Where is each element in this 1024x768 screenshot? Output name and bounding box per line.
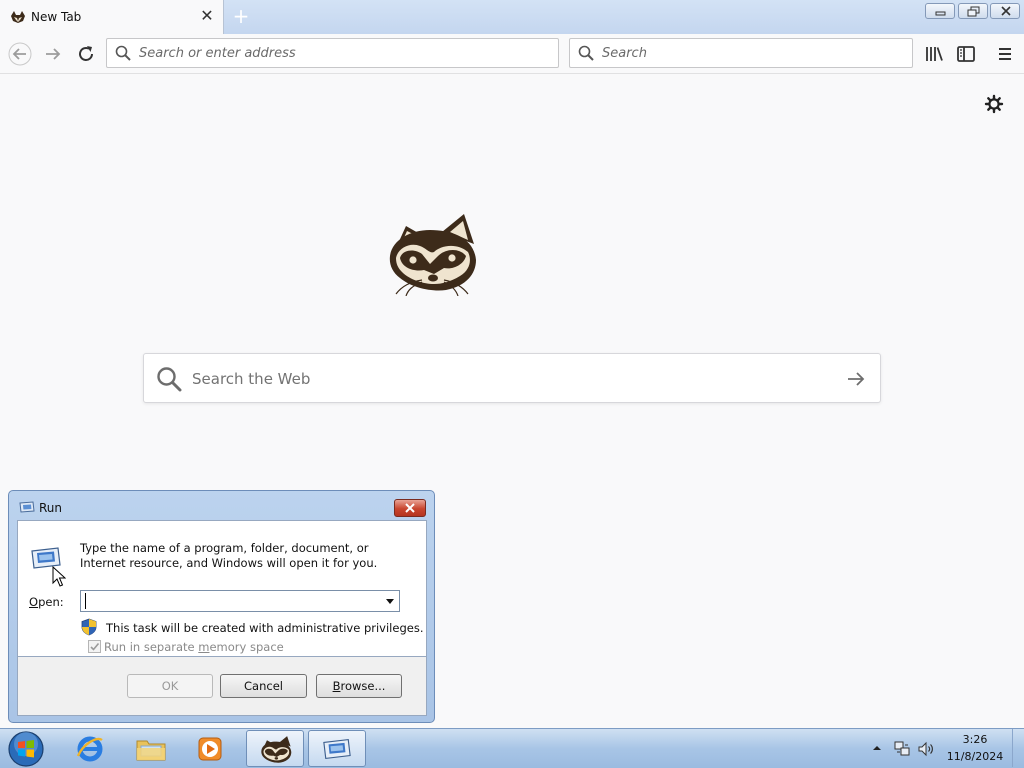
search-input[interactable] [602, 43, 902, 63]
restore-button[interactable] [958, 3, 988, 19]
arrow-right-icon[interactable] [844, 368, 868, 390]
windows-start-icon[interactable] [6, 730, 46, 768]
hamburger-menu-icon[interactable] [993, 42, 1017, 66]
run-dialog: Run Type the name of a program, folder, … [8, 490, 435, 723]
show-hidden-icons-icon[interactable] [872, 743, 882, 753]
search-icon [157, 367, 182, 392]
close-icon [1001, 6, 1011, 16]
forward-arrow-icon[interactable] [41, 42, 65, 66]
new-tab-button[interactable]: + [230, 5, 252, 27]
tab-new-tab[interactable]: New Tab ✕ [0, 0, 224, 34]
reload-icon[interactable] [74, 42, 98, 66]
open-combobox[interactable] [80, 590, 400, 612]
gear-icon[interactable] [984, 94, 1004, 114]
raccoon-favicon-icon [11, 11, 25, 23]
url-input[interactable] [139, 43, 549, 63]
taskbar-media-player[interactable] [182, 730, 240, 767]
clock-date[interactable]: 11/8/2024 [946, 750, 1004, 763]
window-close-button[interactable] [990, 3, 1020, 19]
taskbar-file-explorer[interactable] [122, 730, 180, 767]
uac-shield-icon [81, 618, 97, 636]
dialog-description: Type the name of a program, folder, docu… [80, 541, 378, 570]
mouse-pointer-icon [52, 566, 66, 587]
media-player-icon [198, 737, 222, 761]
search-icon [578, 45, 594, 61]
separate-memory-label: Run in separate memory space [104, 640, 284, 654]
cancel-button[interactable]: Cancel [220, 674, 307, 698]
dialog-body: Type the name of a program, folder, docu… [17, 520, 427, 657]
library-icon[interactable] [922, 42, 946, 66]
network-icon[interactable] [893, 740, 911, 758]
minimize-button[interactable] [925, 3, 955, 19]
browse-button[interactable]: Browse... [316, 674, 402, 698]
ok-button[interactable]: OK [127, 674, 213, 698]
run-app-icon [323, 739, 351, 759]
sidebar-icon[interactable] [954, 42, 978, 66]
restore-icon [967, 6, 980, 17]
chevron-down-icon[interactable] [383, 594, 397, 608]
open-input[interactable] [85, 593, 378, 609]
admin-privileges-text: This task will be created with administr… [106, 621, 424, 635]
taskbar-internet-explorer[interactable] [62, 730, 120, 767]
checkmark-icon [90, 642, 100, 651]
separate-memory-checkbox[interactable] [88, 640, 101, 653]
close-icon [405, 503, 415, 513]
search-icon [115, 45, 131, 61]
open-label: Open: [29, 595, 64, 609]
folder-icon [136, 740, 166, 761]
navigation-toolbar [0, 34, 1024, 74]
internet-explorer-icon [76, 736, 103, 762]
web-search-input[interactable] [192, 368, 822, 390]
show-desktop-button[interactable] [1012, 729, 1024, 767]
close-icon[interactable]: ✕ [198, 7, 216, 25]
search-bar[interactable] [569, 38, 913, 68]
raccoon-logo-icon [389, 214, 476, 296]
taskbar-browser[interactable] [246, 730, 304, 767]
url-bar[interactable] [106, 38, 559, 68]
volume-icon[interactable] [917, 740, 935, 758]
taskbar: 3:26 11/8/2024 [0, 728, 1024, 768]
minimize-icon [935, 11, 946, 16]
dialog-title: Run [39, 501, 63, 515]
run-app-icon [19, 501, 35, 513]
back-arrow-icon[interactable] [8, 42, 32, 66]
clock-time[interactable]: 3:26 [948, 733, 1002, 746]
tab-strip: New Tab ✕ + [0, 0, 1024, 34]
dialog-footer: OK Cancel Browse... [17, 657, 427, 716]
dialog-close-button[interactable] [394, 499, 426, 517]
raccoon-browser-icon [261, 736, 292, 763]
web-search-box[interactable] [143, 353, 881, 403]
taskbar-run-dialog[interactable] [308, 730, 366, 767]
tab-title: New Tab [31, 10, 82, 24]
